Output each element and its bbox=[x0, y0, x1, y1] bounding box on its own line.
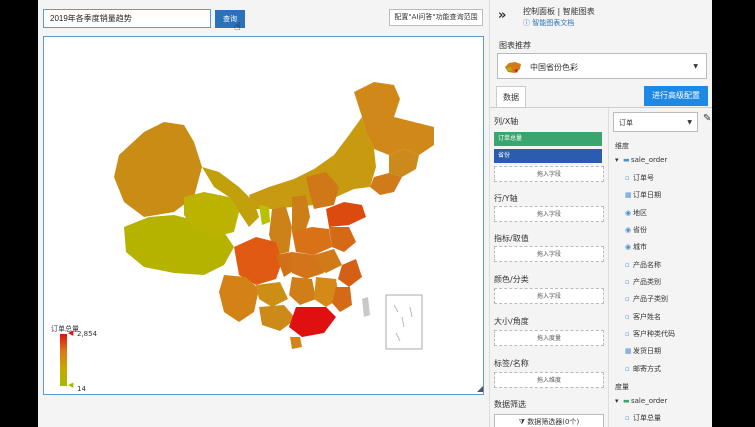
legend-max: 2,854 bbox=[77, 330, 98, 338]
y-drop-zone[interactable]: 拖入字段 bbox=[494, 206, 604, 222]
x-chip-order-total[interactable]: 订单总量 bbox=[494, 132, 602, 146]
province-guizhou bbox=[256, 282, 288, 307]
province-liaoning bbox=[370, 173, 402, 195]
legend-min-handle-icon[interactable]: ◀ bbox=[68, 381, 73, 389]
tab-data[interactable]: 数据 bbox=[496, 86, 526, 107]
china-map-chart[interactable]: 订单总量 ◀ 2,854 ◀ 14 ◢ bbox=[43, 36, 484, 395]
doc-link[interactable]: ⓘ 智能图表文档 bbox=[523, 18, 574, 28]
filter-button-label[interactable]: 数据筛选器(0个) bbox=[527, 418, 579, 426]
legend-title: 订单总量 bbox=[51, 325, 79, 333]
south-sea-inset bbox=[385, 294, 423, 350]
province-ningxia bbox=[259, 205, 270, 225]
chevron-down-icon: ▼ bbox=[693, 63, 698, 70]
size-drop-zone[interactable]: 拖入度量 bbox=[494, 330, 604, 346]
china-map-svg bbox=[114, 82, 434, 350]
chart-rec-label: 图表推荐 bbox=[499, 41, 531, 50]
province-jiangsu bbox=[329, 227, 356, 252]
column-divider bbox=[608, 108, 609, 427]
province-taiwan bbox=[362, 297, 370, 317]
chart-type-select[interactable]: 中国省份色彩 ▼ bbox=[497, 53, 707, 79]
metric-label: 指标/取值 bbox=[494, 234, 529, 243]
advanced-config-button[interactable]: 进行高级配置 bbox=[644, 86, 708, 106]
color-drop-zone[interactable]: 拖入字段 bbox=[494, 288, 604, 304]
filter-label: 数据筛选 bbox=[494, 400, 526, 409]
chart-type-label: 中国省份色彩 bbox=[530, 63, 578, 72]
china-map-thumb-icon bbox=[505, 62, 521, 73]
province-shandong bbox=[326, 202, 366, 227]
x-axis-label: 列/X轴 bbox=[494, 117, 519, 126]
legend-min: 14 bbox=[77, 385, 86, 393]
app-window: 查询 ☝ 配置"AI问答"功能查询范围 bbox=[38, 0, 712, 427]
config-ai-button[interactable]: 配置"AI问答"功能查询范围 bbox=[389, 9, 483, 26]
hand-cursor-icon: ☝ bbox=[234, 20, 241, 33]
doc-link-text[interactable]: 智能图表文档 bbox=[532, 19, 574, 27]
province-hainan bbox=[290, 337, 302, 349]
y-axis-label: 行/Y轴 bbox=[494, 194, 518, 203]
province-hunan bbox=[289, 277, 316, 305]
field-wells: 列/X轴 订单总量 省份 拖入字段 行/Y轴 拖入字段 指标/取值 拖入字段 颜… bbox=[490, 108, 606, 427]
size-label: 大小/角度 bbox=[494, 317, 529, 326]
province-guangdong bbox=[289, 307, 336, 337]
panel-title: 控制面板 | 智能图表 bbox=[523, 7, 595, 16]
label-drop-zone[interactable]: 拖入维度 bbox=[494, 372, 604, 388]
metric-drop-zone[interactable]: 拖入字段 bbox=[494, 246, 604, 262]
collapse-panel-icon[interactable]: » bbox=[498, 8, 506, 23]
label-label: 标签/名称 bbox=[494, 359, 529, 368]
control-panel: » 控制面板 | 智能图表 ⓘ 智能图表文档 图表推荐 中国省份色彩 ▼ 数据 … bbox=[489, 0, 712, 427]
search-input[interactable] bbox=[43, 9, 211, 28]
province-zhejiang bbox=[338, 259, 362, 287]
chart-area: 查询 ☝ 配置"AI问答"功能查询范围 bbox=[38, 0, 489, 427]
legend-gradient[interactable] bbox=[60, 334, 67, 386]
province-henan bbox=[292, 227, 332, 255]
filter-button[interactable]: ⧩ 数据筛选器(0个) bbox=[494, 414, 604, 427]
legend-max-handle-icon[interactable]: ◀ bbox=[68, 329, 73, 337]
resize-handle-icon[interactable]: ◢ bbox=[477, 384, 483, 393]
color-label: 颜色/分类 bbox=[494, 275, 529, 284]
x-drop-zone[interactable]: 拖入字段 bbox=[494, 166, 604, 182]
x-chip-province[interactable]: 省份 bbox=[494, 149, 602, 163]
